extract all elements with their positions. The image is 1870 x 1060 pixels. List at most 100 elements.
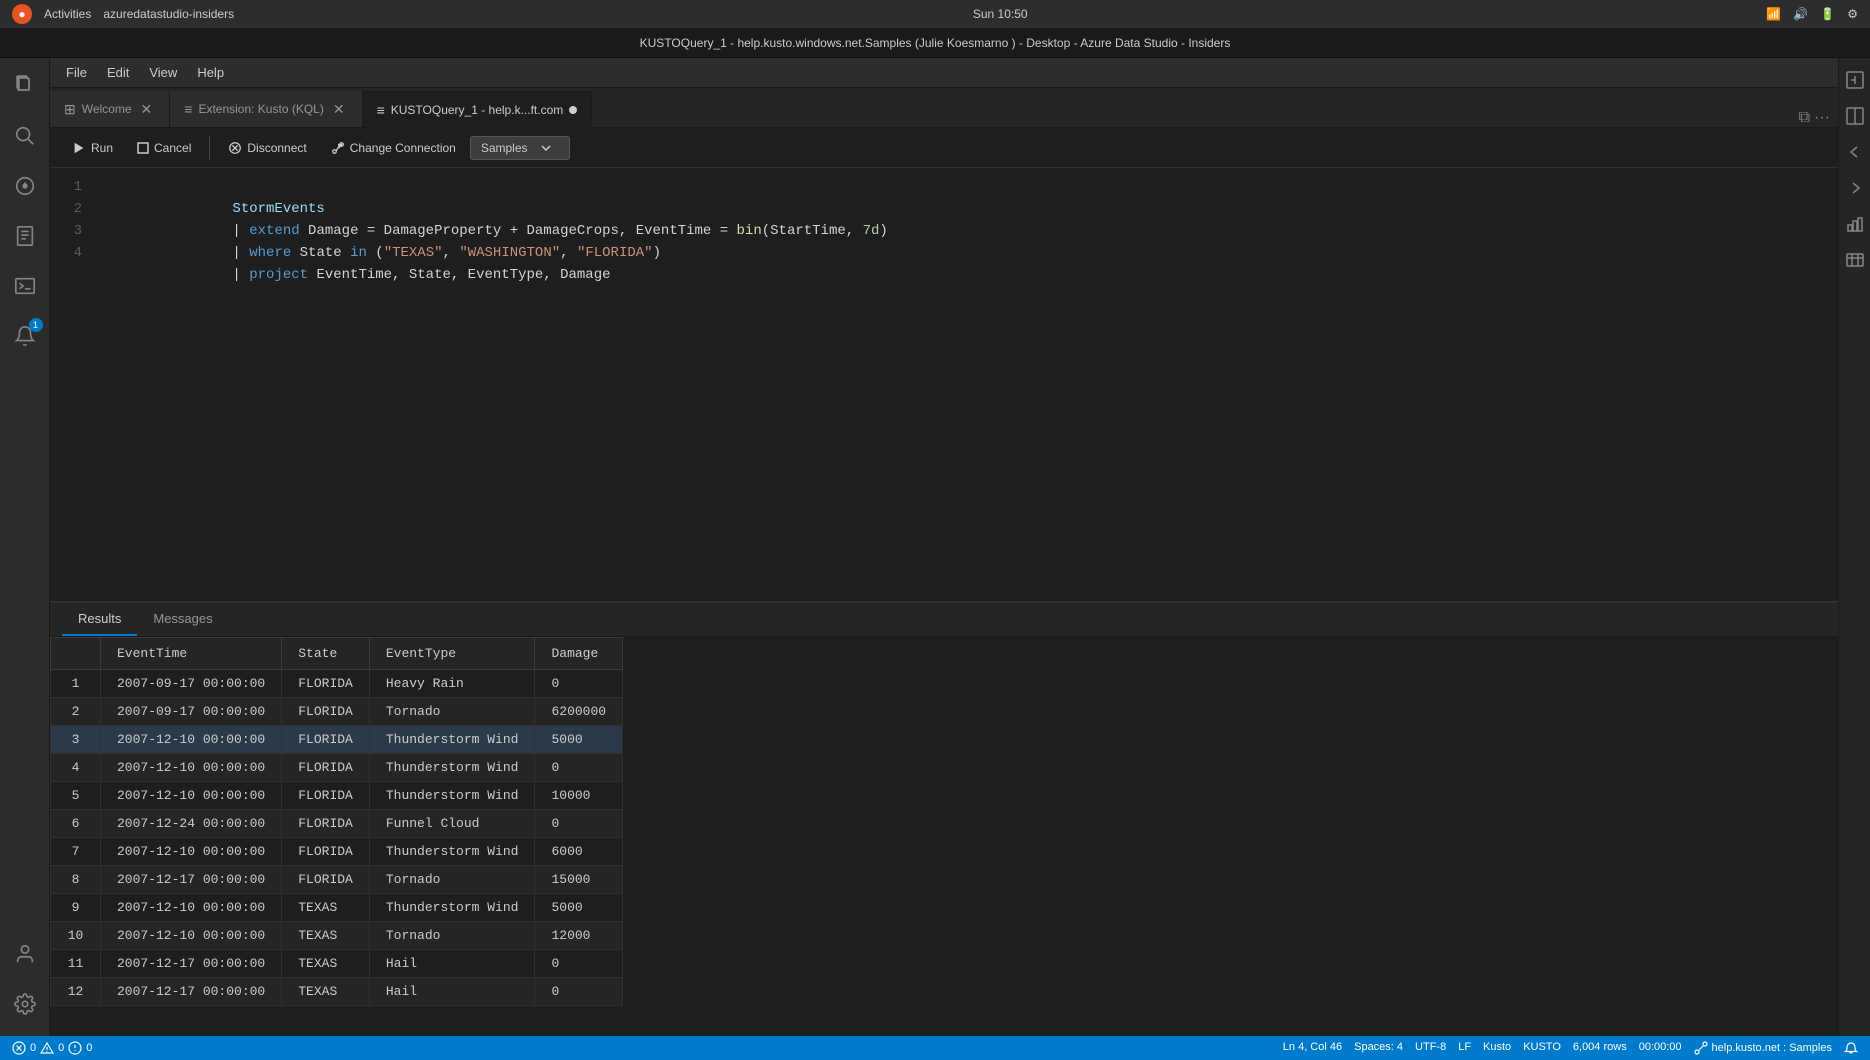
cell-state: FLORIDA xyxy=(282,810,370,838)
cell-eventtime: 2007-12-24 00:00:00 xyxy=(101,810,282,838)
menu-view[interactable]: View xyxy=(141,63,185,82)
activities-label[interactable]: Activities xyxy=(44,7,91,21)
status-eol[interactable]: LF xyxy=(1454,1041,1475,1053)
cell-damage: 6000 xyxy=(535,838,623,866)
menu-file[interactable]: File xyxy=(58,63,95,82)
more-actions-icon[interactable]: ··· xyxy=(1814,109,1830,127)
table-row[interactable]: 32007-12-10 00:00:00FLORIDAThunderstorm … xyxy=(51,726,623,754)
sidebar-item-terminal[interactable] xyxy=(1,262,49,310)
welcome-tab-icon: ⊞ xyxy=(64,101,76,118)
code-line-1[interactable]: StormEvents xyxy=(98,176,1824,198)
cell-eventtime: 2007-12-10 00:00:00 xyxy=(101,894,282,922)
tab-extension[interactable]: ≡ Extension: Kusto (KQL) ✕ xyxy=(170,91,362,127)
results-table: EventTime State EventType Damage 12007-0… xyxy=(50,637,623,1006)
database-selector[interactable]: Samples xyxy=(470,136,570,160)
right-arrow-right[interactable] xyxy=(1841,174,1869,202)
table-row[interactable]: 52007-12-10 00:00:00FLORIDAThunderstorm … xyxy=(51,782,623,810)
col-state-header[interactable]: State xyxy=(282,638,370,670)
cell-eventtime: 2007-12-10 00:00:00 xyxy=(101,726,282,754)
table-row[interactable]: 102007-12-10 00:00:00TEXASTornado12000 xyxy=(51,922,623,950)
status-warning-count: 0 xyxy=(58,1042,64,1054)
cell-damage: 12000 xyxy=(535,922,623,950)
tab-extension-close[interactable]: ✕ xyxy=(330,100,348,119)
status-eol-text: LF xyxy=(1458,1041,1471,1053)
col-eventtime-header[interactable]: EventTime xyxy=(101,638,282,670)
table-row[interactable]: 92007-12-10 00:00:00TEXASThunderstorm Wi… xyxy=(51,894,623,922)
results-table-container[interactable]: EventTime State EventType Damage 12007-0… xyxy=(50,637,1838,1036)
sidebar-item-files[interactable] xyxy=(1,62,49,110)
run-label: Run xyxy=(91,141,113,155)
menu-edit[interactable]: Edit xyxy=(99,63,137,82)
run-button[interactable]: Run xyxy=(62,137,123,159)
cancel-button[interactable]: Cancel xyxy=(127,137,201,159)
cell-state: FLORIDA xyxy=(282,838,370,866)
disconnect-button[interactable]: Disconnect xyxy=(218,137,316,159)
notification-badge: 1 xyxy=(29,318,43,332)
table-row[interactable]: 22007-09-17 00:00:00FLORIDATornado620000… xyxy=(51,698,623,726)
code-line-2[interactable]: | extend Damage = DamageProperty + Damag… xyxy=(98,198,1824,220)
menu-help[interactable]: Help xyxy=(189,63,232,82)
cell-eventtype: Tornado xyxy=(369,866,535,894)
table-row[interactable]: 62007-12-24 00:00:00FLORIDAFunnel Cloud0 xyxy=(51,810,623,838)
sidebar-item-extensions[interactable] xyxy=(1,162,49,210)
sidebar-item-search[interactable] xyxy=(1,112,49,160)
col-eventtype-header[interactable]: EventType xyxy=(369,638,535,670)
table-row[interactable]: 72007-12-10 00:00:00FLORIDAThunderstorm … xyxy=(51,838,623,866)
right-arrow-left[interactable] xyxy=(1841,138,1869,166)
query-tab-icon: ≡ xyxy=(377,102,385,118)
table-row[interactable]: 12007-09-17 00:00:00FLORIDAHeavy Rain0 xyxy=(51,670,623,698)
ubuntu-left: ● Activities azuredatastudio-insiders xyxy=(12,4,234,24)
change-connection-button[interactable]: Change Connection xyxy=(321,137,466,159)
volume-icon: 🔊 xyxy=(1793,7,1808,21)
code-content[interactable]: StormEvents | extend Damage = DamageProp… xyxy=(98,176,1824,264)
row-num: 11 xyxy=(51,950,101,978)
tab-results[interactable]: Results xyxy=(62,603,137,636)
ubuntu-logo: ● xyxy=(12,4,32,24)
status-rows[interactable]: 6,004 rows xyxy=(1569,1041,1631,1053)
status-notifications[interactable] xyxy=(1840,1041,1862,1055)
cell-eventtype: Thunderstorm Wind xyxy=(369,894,535,922)
col-damage-header[interactable]: Damage xyxy=(535,638,623,670)
row-num: 4 xyxy=(51,754,101,782)
status-connection[interactable]: help.kusto.net : Samples xyxy=(1690,1041,1836,1055)
table-row[interactable]: 82007-12-17 00:00:00FLORIDATornado15000 xyxy=(51,866,623,894)
right-view-split[interactable] xyxy=(1841,102,1869,130)
status-encoding[interactable]: UTF-8 xyxy=(1411,1041,1450,1053)
tab-welcome-label: Welcome xyxy=(82,102,132,116)
cell-state: TEXAS xyxy=(282,950,370,978)
tab-dirty-indicator xyxy=(569,106,577,114)
right-chart-toggle[interactable] xyxy=(1841,66,1869,94)
sidebar-item-account[interactable] xyxy=(1,930,49,978)
cell-damage: 5000 xyxy=(535,726,623,754)
right-bar-chart[interactable] xyxy=(1841,210,1869,238)
table-row[interactable]: 112007-12-17 00:00:00TEXASHail0 xyxy=(51,950,623,978)
activity-bar: 1 xyxy=(0,58,50,1036)
minimap-scrollbar[interactable] xyxy=(1824,168,1838,601)
tab-welcome[interactable]: ⊞ Welcome ✕ xyxy=(50,91,170,127)
cell-damage: 0 xyxy=(535,670,623,698)
disconnect-label: Disconnect xyxy=(247,141,306,155)
row-num: 1 xyxy=(51,670,101,698)
code-editor[interactable]: 1 2 3 4 StormEvents | extend Damage = Da… xyxy=(50,168,1824,272)
table-row[interactable]: 122007-12-17 00:00:00TEXASHail0 xyxy=(51,978,623,1006)
status-mode[interactable]: KUSTO xyxy=(1519,1041,1565,1053)
sidebar-item-settings[interactable] xyxy=(1,980,49,1028)
tab-bar: ⊞ Welcome ✕ ≡ Extension: Kusto (KQL) ✕ ≡… xyxy=(50,88,1838,128)
split-editor-icon[interactable]: ⧉ xyxy=(1799,109,1810,127)
table-row[interactable]: 42007-12-10 00:00:00FLORIDAThunderstorm … xyxy=(51,754,623,782)
status-errors[interactable]: 0 0 0 xyxy=(8,1036,96,1060)
sidebar-item-notification[interactable]: 1 xyxy=(1,312,49,360)
app-label: azuredatastudio-insiders xyxy=(103,7,234,21)
tab-welcome-close[interactable]: ✕ xyxy=(138,100,156,119)
status-ln[interactable]: Ln 4, Col 46 xyxy=(1279,1041,1346,1053)
right-table-view[interactable] xyxy=(1841,246,1869,274)
status-spaces[interactable]: Spaces: 4 xyxy=(1350,1041,1407,1053)
tab-messages[interactable]: Messages xyxy=(137,603,228,636)
cell-state: FLORIDA xyxy=(282,754,370,782)
status-language[interactable]: Kusto xyxy=(1479,1041,1515,1053)
sidebar-item-notebook[interactable] xyxy=(1,212,49,260)
status-time[interactable]: 00:00:00 xyxy=(1635,1041,1686,1053)
cell-eventtime: 2007-12-17 00:00:00 xyxy=(101,950,282,978)
tab-query[interactable]: ≡ KUSTOQuery_1 - help.k...ft.com xyxy=(363,91,593,127)
status-ln-text: Ln 4, Col 46 xyxy=(1283,1041,1342,1053)
